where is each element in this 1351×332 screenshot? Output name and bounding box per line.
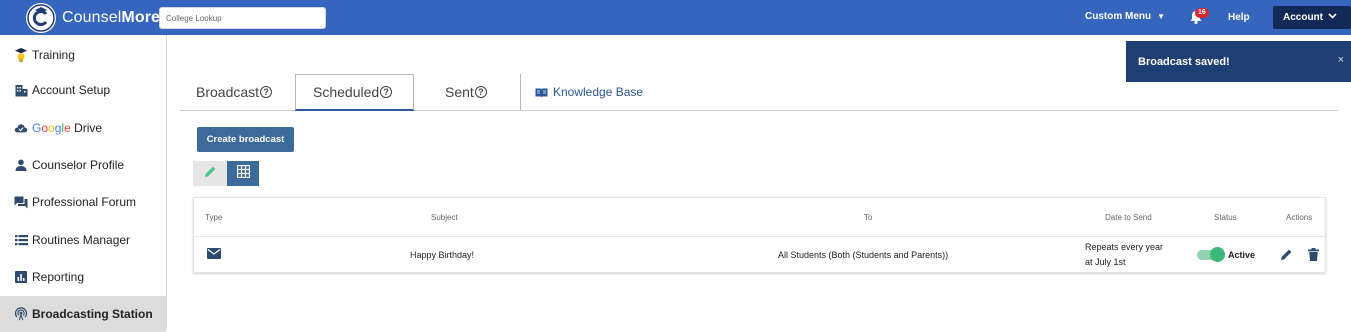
top-navigation-bar: CounselMore Custom Menu ▼ 16 Help Accoun…	[0, 0, 1351, 35]
tab-label: Scheduled	[313, 84, 380, 100]
sidebar-item-label: Account Setup	[32, 83, 111, 97]
help-circle-icon[interactable]: ?	[260, 86, 273, 98]
knowledge-base-label: Knowledge Base	[553, 85, 644, 99]
grid-view-button[interactable]	[227, 161, 259, 186]
person-icon	[14, 158, 28, 172]
row-subject: Happy Birthday!	[410, 250, 475, 260]
caret-down-icon: ▼	[1157, 12, 1166, 21]
close-icon[interactable]: ×	[1338, 54, 1344, 66]
knowledge-base-link[interactable]: Knowledge Base	[535, 74, 643, 110]
row-schedule-line2: at July 1st	[1085, 257, 1126, 267]
custom-menu-label: Custom Menu	[1085, 11, 1152, 22]
broadcast-icon	[14, 307, 28, 321]
tab-scheduled[interactable]: Scheduled ?	[295, 74, 414, 111]
row-schedule-line1: Repeats every year	[1085, 242, 1164, 252]
sidebar-item-reporting[interactable]: Reporting	[0, 259, 166, 295]
help-link[interactable]: Help	[1228, 12, 1250, 23]
sidebar-item-google-drive[interactable]: Google Drive	[0, 110, 166, 146]
sidebar-item-professional-forum[interactable]: Professional Forum	[0, 184, 166, 220]
toast-notification: Broadcast saved! ×	[1126, 41, 1351, 82]
custom-menu-dropdown[interactable]: Custom Menu ▼	[1085, 11, 1165, 22]
scheduled-broadcasts-table: Type Subject To Date to Send Status Acti…	[193, 197, 1326, 273]
sidebar-item-label: Training	[32, 48, 75, 62]
view-mode-toggle	[193, 161, 259, 186]
chevron-down-icon	[1328, 11, 1337, 23]
pencil-icon	[204, 165, 217, 183]
list-icon	[14, 233, 28, 247]
envelope-icon	[207, 248, 221, 261]
sidebar-item-label: Routines Manager	[32, 233, 131, 247]
account-label: Account	[1283, 12, 1323, 23]
sidebar-item-label: Google Drive	[32, 121, 103, 135]
header-divider	[194, 236, 1325, 237]
brand-name-bold: More	[121, 9, 161, 26]
column-header-to: To	[864, 213, 873, 222]
column-header-type: Type	[205, 213, 223, 222]
row-recipients: All Students (Both (Students and Parents…	[778, 250, 949, 260]
book-icon	[535, 87, 548, 98]
column-header-subject: Subject	[431, 213, 458, 222]
forum-icon	[14, 195, 28, 209]
edit-pencil-icon[interactable]	[1280, 248, 1293, 263]
brand-logo[interactable]: CounselMore	[26, 3, 160, 33]
brand-name-regular: Counsel	[62, 9, 122, 26]
delete-trash-icon[interactable]	[1308, 248, 1319, 263]
sidebar-item-training[interactable]: Training	[0, 37, 166, 73]
sidebar-item-counselor-profile[interactable]: Counselor Profile	[0, 147, 166, 183]
sidebar-item-label: Counselor Profile	[32, 158, 125, 172]
column-header-status: Status	[1214, 213, 1237, 222]
column-header-actions: Actions	[1286, 213, 1313, 222]
grid-icon	[236, 164, 250, 183]
college-lookup-input[interactable]	[159, 7, 326, 29]
sidebar-item-label: Professional Forum	[32, 195, 137, 209]
create-broadcast-button[interactable]: Create broadcast	[197, 127, 294, 152]
sidebar-item-label: Broadcasting Station	[32, 307, 153, 321]
toast-message: Broadcast saved!	[1138, 55, 1230, 68]
cloud-check-icon	[14, 121, 28, 135]
sidebar-item-account-setup[interactable]: Account Setup	[0, 72, 166, 108]
tab-label: Broadcast	[196, 84, 260, 100]
tab-broadcast[interactable]: Broadcast ?	[196, 74, 273, 110]
tab-sent[interactable]: Sent ?	[445, 74, 487, 110]
status-toggle-knob[interactable]	[1210, 247, 1225, 262]
bar-chart-icon	[14, 270, 28, 284]
edit-view-button[interactable]	[193, 161, 227, 186]
tab-label: Sent	[445, 84, 474, 100]
tab-divider	[520, 74, 521, 110]
sidebar-item-routines-manager[interactable]: Routines Manager	[0, 222, 166, 258]
help-circle-icon[interactable]: ?	[474, 86, 487, 98]
building-icon	[14, 83, 28, 97]
mortarboard-bulb-icon	[14, 48, 28, 62]
column-header-date-to-send: Date to Send	[1105, 213, 1152, 222]
sidebar-item-broadcasting-station[interactable]: Broadcasting Station	[0, 296, 166, 332]
logo-mark-icon	[26, 3, 56, 33]
help-circle-icon[interactable]: ?	[380, 86, 393, 98]
sidebar-item-label: Reporting	[32, 270, 85, 284]
notification-count-badge: 16	[1195, 8, 1209, 18]
row-status-label: Active	[1228, 250, 1256, 260]
account-menu-button[interactable]: Account	[1273, 6, 1351, 29]
sidebar: Training Account Setup Google Drive Coun…	[0, 35, 167, 332]
